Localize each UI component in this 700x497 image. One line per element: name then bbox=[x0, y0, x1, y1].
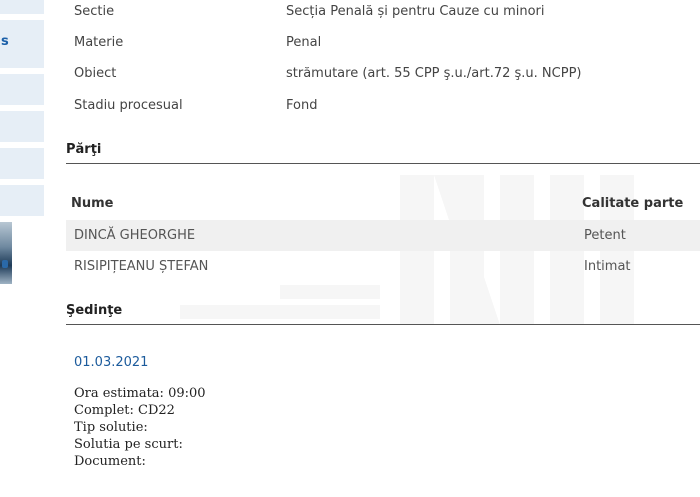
column-header-name: Nume bbox=[71, 196, 114, 211]
info-label: Obiect bbox=[74, 66, 117, 81]
sidebar-item[interactable] bbox=[0, 74, 44, 106]
banner-logo-icon bbox=[2, 260, 8, 268]
session-detail-solutia: Solutia pe scurt: bbox=[74, 437, 183, 452]
section-divider bbox=[66, 324, 700, 325]
party-role: Petent bbox=[584, 228, 626, 243]
sidebar-item[interactable] bbox=[0, 148, 44, 180]
sidebar-item[interactable] bbox=[0, 0, 44, 15]
info-value: Fond bbox=[286, 98, 318, 113]
info-value: strămutare (art. 55 CPP ş.u./art.72 ş.u.… bbox=[286, 66, 582, 81]
sidebar-item-active[interactable]: s bbox=[0, 20, 44, 69]
table-row: DINCĂ GHEORGHE Petent bbox=[66, 220, 700, 251]
sidebar-banner-image[interactable] bbox=[0, 222, 12, 284]
info-label: Stadiu procesual bbox=[74, 98, 183, 113]
info-value: Secția Penală și pentru Cauze cu minori bbox=[286, 4, 545, 19]
sidebar-item[interactable] bbox=[0, 111, 44, 143]
info-row-materie: Materie Penal bbox=[66, 35, 700, 57]
session-detail-complet: Complet: CD22 bbox=[74, 403, 175, 418]
case-detail-panel: Sectie Secția Penală și pentru Cauze cu … bbox=[66, 0, 700, 497]
info-row-sectie: Sectie Secția Penală și pentru Cauze cu … bbox=[66, 4, 700, 26]
info-row-stadiu: Stadiu procesual Fond bbox=[66, 98, 700, 120]
info-value: Penal bbox=[286, 35, 322, 50]
party-name: DINCĂ GHEORGHE bbox=[74, 228, 196, 243]
party-role: Intimat bbox=[584, 259, 631, 274]
info-row-obiect: Obiect strămutare (art. 55 CPP ş.u./art.… bbox=[66, 66, 700, 88]
session-detail-document: Document: bbox=[74, 454, 146, 469]
info-label: Sectie bbox=[74, 4, 115, 19]
column-header-role: Calitate parte bbox=[582, 196, 684, 211]
sessions-section-title: Şedinţe bbox=[66, 303, 123, 318]
section-divider bbox=[66, 163, 700, 164]
info-label: Materie bbox=[74, 35, 124, 50]
left-sidebar: s bbox=[0, 0, 44, 497]
session-detail-tip-solutie: Tip solutie: bbox=[74, 420, 148, 435]
party-name: RISIPIȚEANU ȘTEFAN bbox=[74, 259, 209, 274]
session-detail-ora: Ora estimata: 09:00 bbox=[74, 386, 206, 401]
session-date-link[interactable]: 01.03.2021 bbox=[74, 355, 148, 370]
sidebar-item-label: s bbox=[1, 34, 9, 49]
parties-section-title: Părţi bbox=[66, 142, 102, 157]
sidebar-item[interactable] bbox=[0, 185, 44, 217]
table-row: RISIPIȚEANU ȘTEFAN Intimat bbox=[66, 251, 700, 282]
